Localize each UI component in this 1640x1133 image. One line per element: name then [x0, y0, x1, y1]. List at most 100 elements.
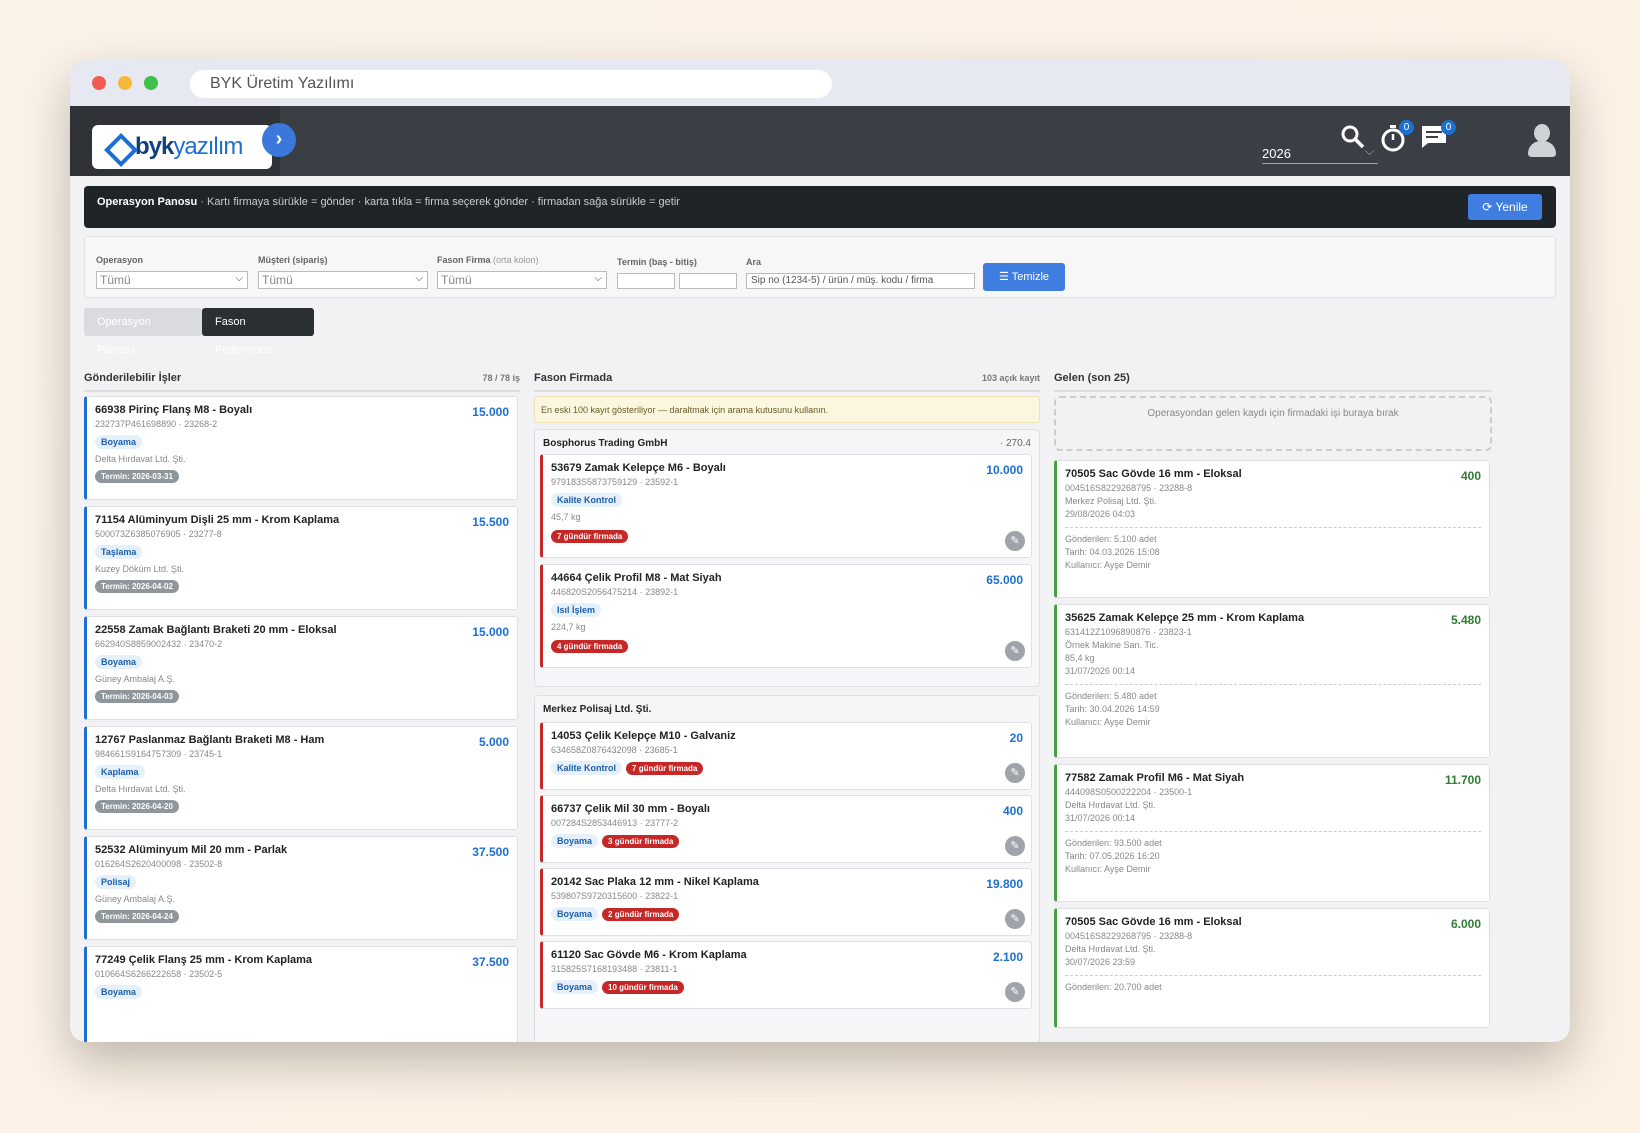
- musteri-select[interactable]: Tümü ⌵: [258, 271, 428, 289]
- days-at-vendor-badge: 7 gündür firmada: [626, 762, 704, 775]
- job-quantity: 10.000: [986, 463, 1023, 477]
- edit-pencil-icon[interactable]: ✎: [1005, 836, 1025, 856]
- chevron-down-icon: ⌵: [594, 273, 602, 284]
- column-sendable: Gönderilebilir İşler 78 / 78 iş 66938 Pir…: [84, 372, 520, 1042]
- days-at-vendor-badge: 2 gündür firmada: [602, 908, 680, 921]
- vendor-name: Merkez Polisaj Ltd. Şti.: [543, 704, 652, 715]
- vendor-name: Delta Hırdavat Ltd. Şti.: [1065, 944, 1156, 954]
- job-quantity: 19.800: [986, 877, 1023, 891]
- sidebar-toggle-chevron-icon[interactable]: ›: [262, 123, 296, 157]
- job-quantity: 400: [1002, 804, 1023, 818]
- job-card[interactable]: 66938 Pirinç Flanş M8 - Boyalı 15.000 2327…: [84, 396, 518, 500]
- sent-quantity: Gönderilen: 93.500 adet: [1065, 838, 1162, 848]
- job-title: 77249 Çelik Flanş 25 mm - Krom Kaplama: [95, 954, 313, 966]
- job-quantity: 15.000: [472, 625, 509, 639]
- vendor-job-card[interactable]: 14053 Çelik Kelepçe M10 - Galvaniz 20 6346…: [540, 722, 1032, 790]
- timer-badge: 0: [1399, 120, 1414, 135]
- job-quantity: 37.500: [472, 955, 509, 969]
- tab-operasyon-panosu[interactable]: Operasyon Panosu: [84, 308, 202, 356]
- job-card[interactable]: 52532 Alüminyum Mil 20 mm - Parlak 37.500…: [84, 836, 518, 940]
- column-header: Fason Firmada 103 açık kayıt: [534, 372, 1040, 392]
- column-header: Gelen (son 25): [1054, 372, 1492, 392]
- job-code: 010664S6266222658 · 23502-5: [95, 969, 223, 979]
- fason-select[interactable]: Tümü ⌵: [437, 271, 607, 289]
- operation-tag: Kalite Kontrol: [551, 761, 623, 775]
- edit-pencil-icon[interactable]: ✎: [1005, 763, 1025, 783]
- incoming-card[interactable]: 77582 Zamak Profil M6 - Mat Siyah 11.700 4…: [1054, 764, 1490, 902]
- received-date: 30/07/2026 23:59: [1065, 957, 1136, 967]
- edit-pencil-icon[interactable]: ✎: [1005, 641, 1025, 661]
- customer-name: Güney Ambalaj A.Ş.: [95, 894, 176, 904]
- board-title: Operasyon Panosu: [97, 196, 198, 208]
- close-window-button[interactable]: [92, 76, 106, 90]
- refresh-button[interactable]: ⟳ Yenile: [1468, 194, 1542, 220]
- job-title: 20142 Sac Plaka 12 mm - Nikel Kaplama: [551, 876, 759, 888]
- operation-tag: Boyama: [95, 655, 143, 669]
- drop-zone[interactable]: Operasyondan gelen kaydı için firmadaki …: [1054, 396, 1492, 451]
- address-bar[interactable]: BYK Üretim Yazılımı: [190, 70, 832, 98]
- search-label: Ara: [746, 257, 762, 267]
- job-code: 232737P461698890 · 23268-2: [95, 419, 218, 429]
- browser-window: BYK Üretim Yazılımı bykyazılım › 2026 ⌵ 0…: [70, 60, 1570, 1042]
- termin-badge: Termin: 2026-04-03: [95, 690, 179, 703]
- vendor-job-card[interactable]: 61120 Sac Gövde M6 - Krom Kaplama 2.100 31…: [540, 941, 1032, 1009]
- job-quantity: 2.100: [992, 950, 1023, 964]
- termin-start-input[interactable]: [617, 273, 675, 289]
- edit-pencil-icon[interactable]: ✎: [1005, 982, 1025, 1002]
- job-code: 004516S8229268795 · 23288-8: [1065, 931, 1193, 941]
- job-code: 631412Z1096890876 · 23823-1: [1065, 627, 1192, 637]
- job-quantity: 37.500: [472, 845, 509, 859]
- incoming-card[interactable]: 70505 Sac Gövde 16 mm - Eloksal 6.000 0045…: [1054, 908, 1490, 1028]
- termin-end-input[interactable]: [679, 273, 737, 289]
- tab-fason-performans[interactable]: Fason Performans: [202, 308, 314, 356]
- maximize-window-button[interactable]: [144, 76, 158, 90]
- clear-filters-button[interactable]: ☰ Temizle: [983, 263, 1065, 291]
- vendor-job-card[interactable]: 53679 Zamak Kelepçe M6 - Boyalı 10.000 979…: [540, 454, 1032, 558]
- job-quantity: 15.000: [472, 405, 509, 419]
- user-name: Kullanıcı: Ayşe Demir: [1065, 864, 1151, 874]
- brand-logo[interactable]: bykyazılım: [92, 125, 272, 169]
- user-avatar-icon[interactable]: [1528, 124, 1556, 158]
- operation-tag: Boyama: [551, 980, 599, 994]
- messages-icon[interactable]: 0: [1420, 120, 1456, 157]
- job-card[interactable]: 71154 Alüminyum Dişli 25 mm - Krom Kapla…: [84, 506, 518, 610]
- vendor-name: Delta Hırdavat Ltd. Şti.: [1065, 800, 1156, 810]
- job-code: 634658Z0876432098 · 23685-1: [551, 745, 678, 755]
- job-quantity: 65.000: [986, 573, 1023, 587]
- vendor-job-card[interactable]: 44664 Çelik Profil M8 - Mat Siyah 65.000 4…: [540, 564, 1032, 668]
- job-title: 77582 Zamak Profil M6 - Mat Siyah: [1065, 772, 1245, 784]
- edit-pencil-icon[interactable]: ✎: [1005, 909, 1025, 929]
- operasyon-select[interactable]: Tümü ⌵: [96, 271, 248, 289]
- vendor-job-card[interactable]: 20142 Sac Plaka 12 mm - Nikel Kaplama 19.…: [540, 868, 1032, 936]
- incoming-card[interactable]: 35625 Zamak Kelepçe 25 mm - Krom Kaplama…: [1054, 604, 1490, 758]
- received-date: 29/08/2026 04:03: [1065, 509, 1136, 519]
- divider: [1065, 527, 1481, 528]
- edit-pencil-icon[interactable]: ✎: [1005, 531, 1025, 551]
- vendor-job-card[interactable]: 66737 Çelik Mil 30 mm - Boyalı 400 007284S…: [540, 795, 1032, 863]
- timer-icon[interactable]: 0: [1380, 120, 1414, 159]
- column-at-vendor: Fason Firmada 103 açık kayıt En eski 100 …: [534, 372, 1040, 1042]
- vendor-name: Bosphorus Trading GmbH · 270.4: [543, 438, 1031, 449]
- divider: [1065, 684, 1481, 685]
- minimize-window-button[interactable]: [118, 76, 132, 90]
- search-icon[interactable]: [1340, 124, 1366, 157]
- operation-tag: Kaplama: [95, 765, 145, 779]
- search-input[interactable]: Sip no (1234-5) / ürün / müş. kodu / fir…: [746, 273, 975, 289]
- column-incoming: Gelen (son 25) Operasyondan gelen kaydı …: [1054, 372, 1492, 1042]
- job-card[interactable]: 77249 Çelik Flanş 25 mm - Krom Kaplama 37…: [84, 946, 518, 1042]
- job-title: 70505 Sac Gövde 16 mm - Eloksal: [1065, 468, 1242, 480]
- sent-quantity: Gönderilen: 5.100 adet: [1065, 534, 1157, 544]
- termin-badge: Termin: 2026-04-20: [95, 800, 179, 813]
- job-title: 52532 Alüminyum Mil 20 mm - Parlak: [95, 844, 288, 856]
- sent-date: Tarih: 30.04.2026 14:59: [1065, 704, 1160, 714]
- job-code: 984661S9164757309 · 23745-1: [95, 749, 223, 759]
- weight: 85,4 kg: [1065, 653, 1095, 663]
- incoming-card[interactable]: 70505 Sac Gövde 16 mm - Eloksal 400 004516…: [1054, 460, 1490, 598]
- vendor-name: Merkez Polisaj Ltd. Şti.: [1065, 496, 1157, 506]
- filter-panel: Operasyon Tümü ⌵ Müşteri (sipariş) Tümü ⌵ …: [84, 236, 1556, 298]
- board-help: · Kartı firmaya sürükle = gönder · karta…: [197, 196, 680, 208]
- job-card[interactable]: 22558 Zamak Bağlantı Braketi 20 mm - Elo…: [84, 616, 518, 720]
- view-tabs: Operasyon Panosu Fason Performans: [84, 308, 1556, 356]
- job-card[interactable]: 12767 Paslanmaz Bağlantı Braketi M8 - Ha…: [84, 726, 518, 830]
- job-title: 12767 Paslanmaz Bağlantı Braketi M8 - Ha…: [95, 734, 325, 746]
